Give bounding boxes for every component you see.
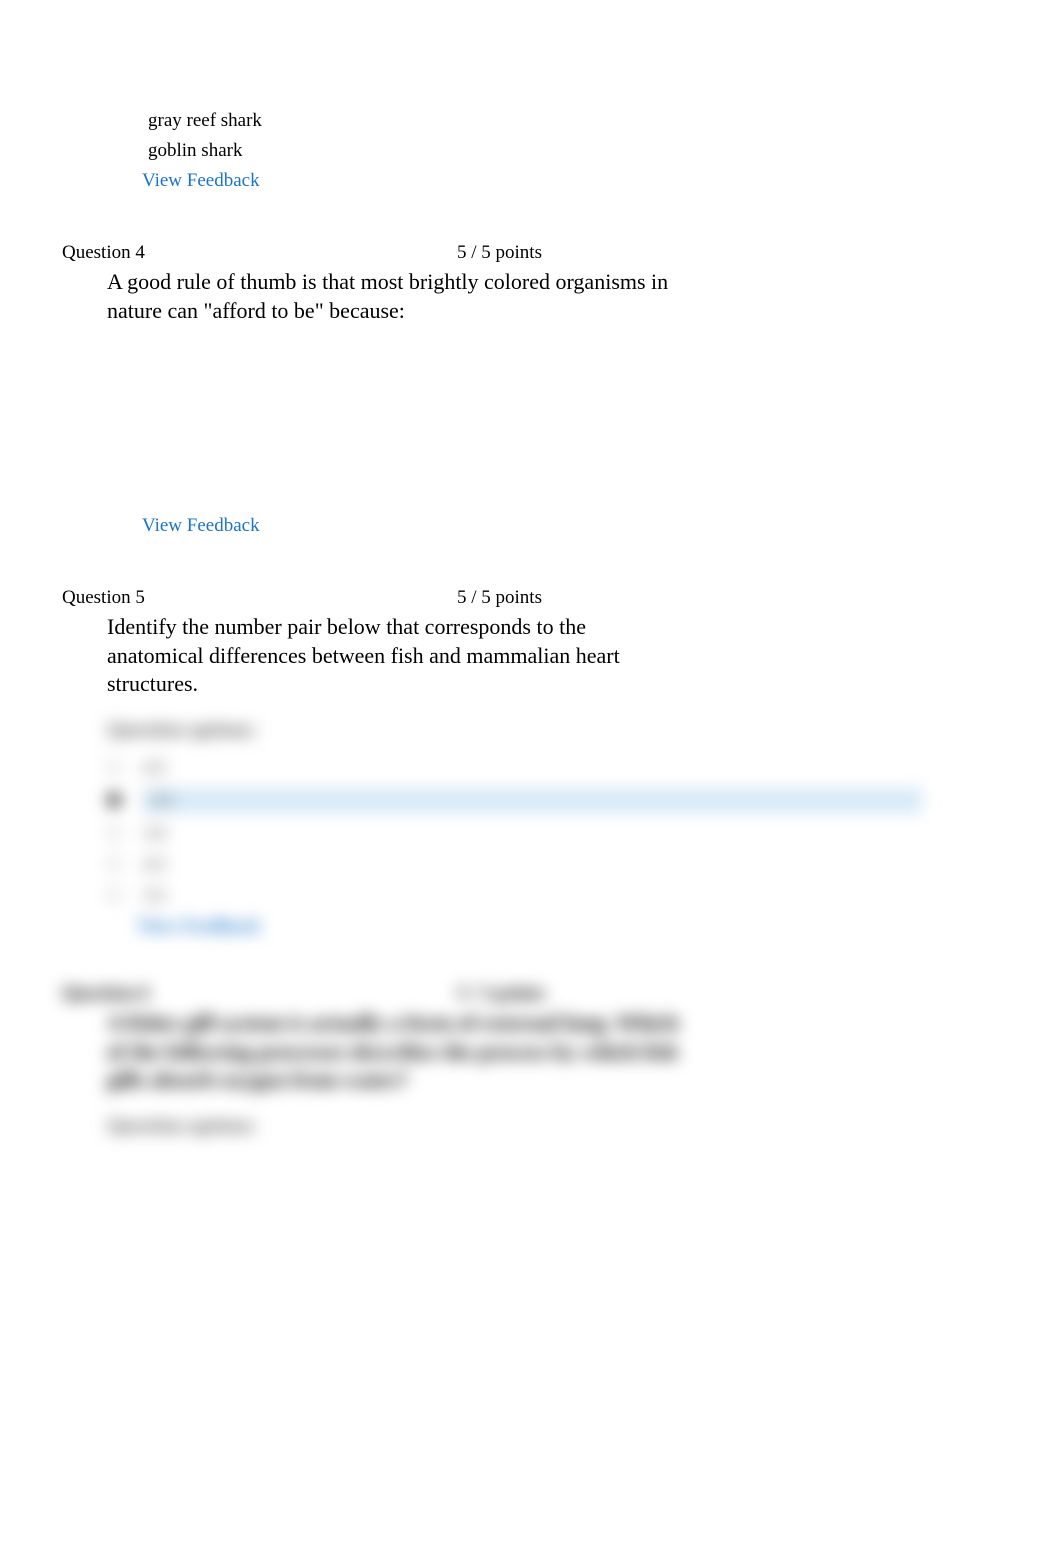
question-options-label: Question options: bbox=[107, 719, 962, 742]
question-5-text: Identify the number pair below that corr… bbox=[107, 613, 687, 699]
option-text-1: 2/4 bbox=[149, 790, 172, 810]
option-row-0[interactable]: 4/2 bbox=[107, 757, 962, 778]
question-5-label: Question 5 bbox=[62, 587, 457, 609]
question-6-label: Question 6 bbox=[62, 983, 457, 1005]
question-5-header: Question 5 5 / 5 points bbox=[62, 587, 962, 609]
view-feedback-button-q3[interactable]: View Feedback bbox=[142, 170, 962, 192]
question-4-text: A good rule of thumb is that most bright… bbox=[107, 268, 687, 325]
option-row-2[interactable]: 3/4 bbox=[107, 823, 962, 844]
option-text-4: 3/2 bbox=[143, 885, 166, 906]
option-row-4[interactable]: 3/2 bbox=[107, 885, 962, 906]
question-5-options-blurred: Question options: 4/2 2/4 3/4 4/3 3/2 bbox=[107, 719, 962, 1138]
radio-filled-icon bbox=[107, 793, 121, 807]
view-feedback-button-q5[interactable]: View Feedback bbox=[137, 916, 962, 938]
question-6-points: 5 / 5 points bbox=[457, 983, 545, 1005]
option-row-3[interactable]: 4/3 bbox=[107, 854, 962, 875]
radio-icon bbox=[107, 826, 121, 840]
option-row-1[interactable]: 2/4 bbox=[107, 788, 962, 813]
selected-option-highlight: 2/4 bbox=[143, 788, 922, 813]
radio-icon bbox=[107, 760, 121, 774]
question-6-header: Question 6 5 / 5 points bbox=[62, 983, 962, 1005]
option-text-2: 3/4 bbox=[143, 823, 166, 844]
radio-icon bbox=[107, 888, 121, 902]
question-4-points: 5 / 5 points bbox=[457, 242, 542, 264]
option-goblin-shark: goblin shark bbox=[148, 140, 962, 162]
option-text-3: 4/3 bbox=[143, 854, 166, 875]
question-6-options-label: Question options: bbox=[107, 1115, 962, 1138]
question-5-points: 5 / 5 points bbox=[457, 587, 542, 609]
radio-icon bbox=[107, 857, 121, 871]
question-6-text: A fishes gill system is actually a form … bbox=[107, 1009, 687, 1095]
question-4-header: Question 4 5 / 5 points bbox=[62, 242, 962, 264]
question-4-label: Question 4 bbox=[62, 242, 457, 264]
option-text-0: 4/2 bbox=[143, 757, 166, 778]
option-gray-reef-shark: gray reef shark bbox=[148, 110, 962, 132]
view-feedback-button-q4[interactable]: View Feedback bbox=[142, 515, 962, 537]
